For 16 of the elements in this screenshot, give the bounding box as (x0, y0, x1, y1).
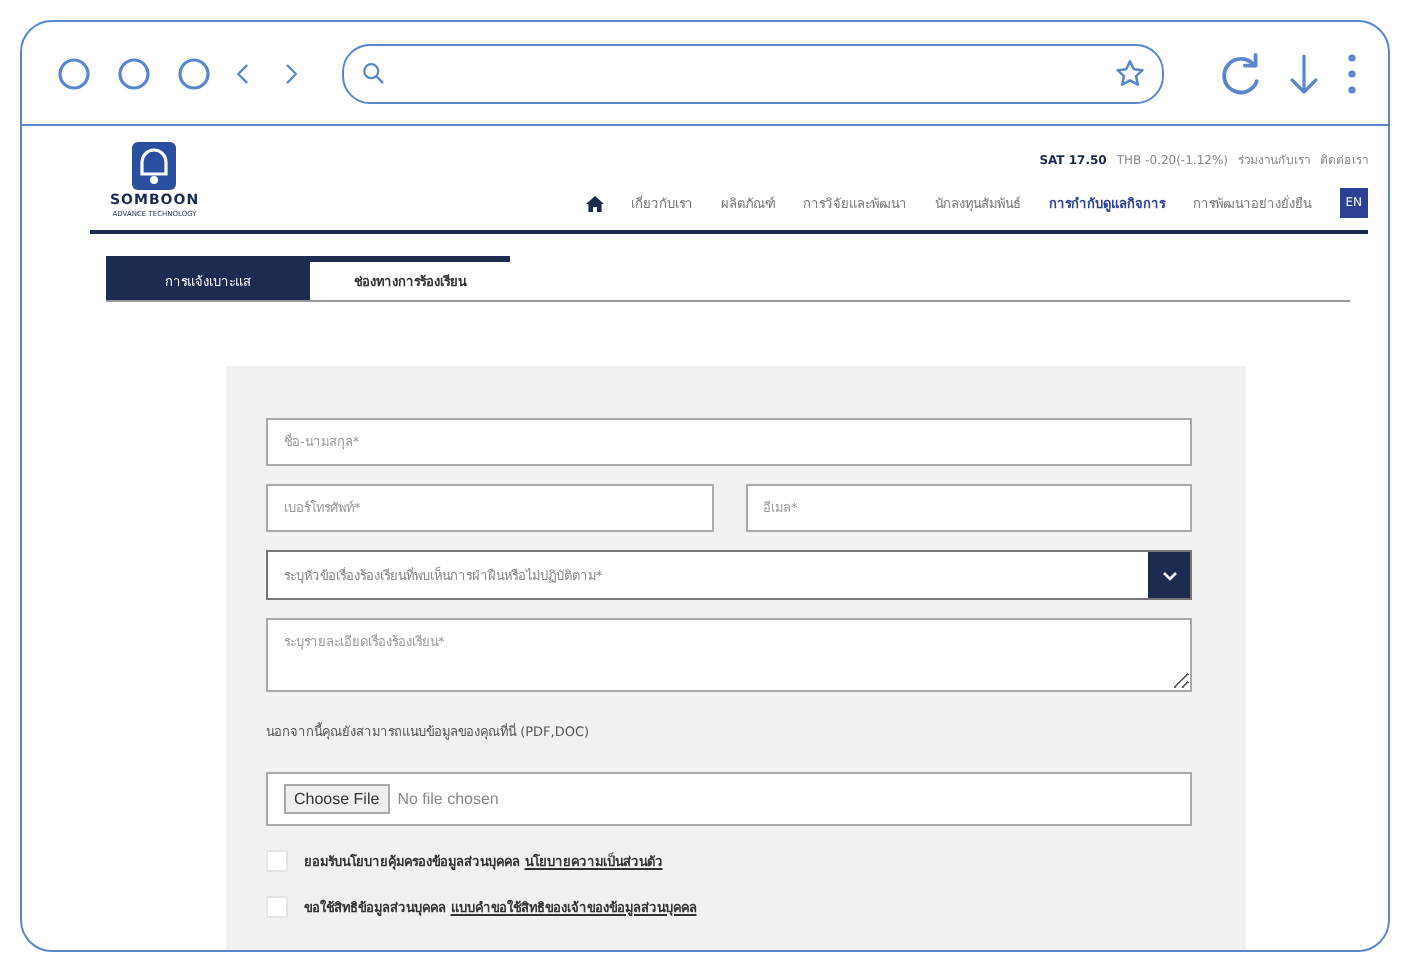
chevron-down-icon (1161, 569, 1177, 581)
bell-logo-icon (132, 142, 177, 190)
checkbox[interactable] (266, 896, 288, 918)
star-icon[interactable] (1114, 57, 1146, 89)
window-button-icon[interactable] (114, 53, 154, 93)
window-button-icon[interactable] (174, 53, 214, 93)
file-field[interactable]: Choose File No file chosen (266, 772, 1192, 826)
window-button-icon[interactable] (54, 53, 94, 93)
checkbox[interactable] (266, 850, 288, 872)
address-bar[interactable] (342, 43, 1164, 103)
more-icon[interactable] (1344, 49, 1360, 97)
reload-icon[interactable] (1216, 49, 1264, 97)
choose-file-button[interactable]: Choose File (284, 784, 390, 814)
file-status: No file chosen (397, 790, 499, 808)
home-icon[interactable] (585, 195, 604, 211)
search-icon[interactable] (360, 59, 388, 87)
